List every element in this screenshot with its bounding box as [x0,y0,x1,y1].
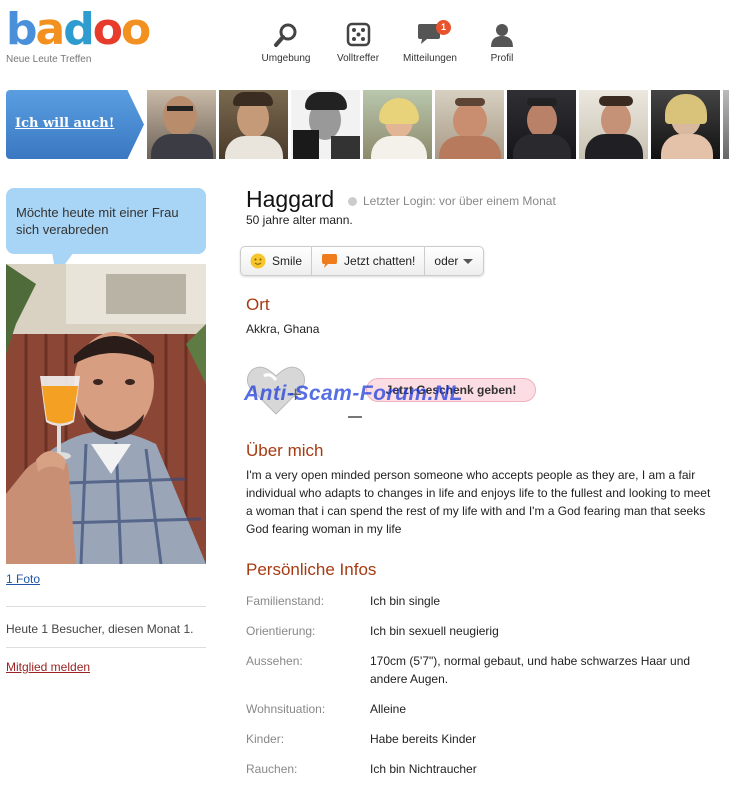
nav-mitteilungen[interactable]: 1 Mitteilungen [394,20,466,64]
member-thumbnail[interactable] [651,90,720,159]
gift-area: + Jetzt Geschenk geben! Anti-Scam-Forum.… [244,360,544,420]
offline-status-icon [348,197,357,206]
profile-photo[interactable] [6,264,206,564]
i-want-too-link[interactable]: Ich will auch! [15,116,114,131]
visitor-stats: Heute 1 Besucher, diesen Monat 1. [6,622,194,636]
nav-label: Profil [490,53,514,64]
member-thumbnail[interactable] [435,90,504,159]
info-label: Familienstand: [246,594,325,608]
member-thumbnail[interactable] [723,90,729,159]
info-value: Alleine [370,702,407,716]
logo-wordmark: badoo [6,4,151,55]
nav-label: Volltreffer [336,53,380,64]
smile-button[interactable]: Smile [241,247,313,275]
info-label: Aussehen: [246,654,303,668]
info-label: Orientierung: [246,624,316,638]
member-thumbnail[interactable] [363,90,432,159]
member-thumbnail[interactable] [579,90,648,159]
more-dropdown[interactable]: oder [425,247,483,275]
about-text: I'm a very open minded person someone wh… [246,468,711,536]
search-icon [274,23,297,47]
info-label: Wohnsituation: [246,702,326,716]
nav-umgebung[interactable]: Umgebung [250,22,322,64]
location-title: Ort [246,295,270,314]
last-login: Letzter Login: vor über einem Monat [363,194,556,208]
chevron-down-icon [463,259,474,264]
photo-count-link[interactable]: 1 Foto [6,572,40,586]
more-label: oder [434,254,459,268]
divider [348,416,362,418]
member-thumbnail[interactable] [507,90,576,159]
member-thumbnail[interactable] [291,90,360,159]
info-label: Rauchen: [246,762,298,776]
smiley-icon [250,253,266,269]
info-value: Ich bin Nichtraucher [370,762,477,776]
message-count-badge: 1 [436,20,451,35]
divider [6,647,206,648]
chat-now-button[interactable]: Jetzt chatten! [312,247,426,275]
report-member-link[interactable]: Mitglied melden [6,660,90,674]
i-want-too-button[interactable]: Ich will auch! [6,90,144,159]
tagline: Neue Leute Treffen [6,54,92,65]
smile-label: Smile [272,254,303,268]
top-nav: Umgebung Volltreffer 1 Mitteilungen Prof… [250,20,538,64]
member-photo-strip: Ich will auch! [6,90,729,159]
about-title: Über mich [246,441,324,460]
action-bar: Smile Jetzt chatten! oder [240,246,485,276]
info-label: Kinder: [246,732,285,746]
personal-info-title: Persönliche Infos [246,560,377,579]
nav-volltreffer[interactable]: Volltreffer [322,22,394,64]
watermark-text: Anti-Scam-Forum.NL [244,382,463,405]
member-thumbnail[interactable] [147,90,216,159]
mood-bubble: Möchte heute mit einer Frau sich verabre… [6,188,206,254]
nav-profil[interactable]: Profil [466,22,538,64]
member-thumbnail[interactable] [219,90,288,159]
divider [6,606,206,607]
dice-icon [346,22,371,47]
location-value: Akkra, Ghana [246,322,320,336]
info-value: Habe bereits Kinder [370,732,477,746]
info-value: Ich bin sexuell neugierig [370,624,499,638]
profile-photo-image [6,264,206,564]
age-gender: 50 jahre alter mann. [246,213,353,227]
info-value: 170cm (5'7"), normal gebaut, und habe sc… [370,654,691,686]
profile-name: Haggard [246,186,335,212]
chat-label: Jetzt chatten! [344,254,416,268]
badoo-logo[interactable]: badoo Neue Leute Treffen [6,8,166,68]
person-icon [491,24,513,47]
nav-label: Mitteilungen [403,53,457,64]
info-value: Ich bin single [370,594,441,608]
nav-label: Umgebung [261,53,311,64]
chat-icon [322,254,338,268]
